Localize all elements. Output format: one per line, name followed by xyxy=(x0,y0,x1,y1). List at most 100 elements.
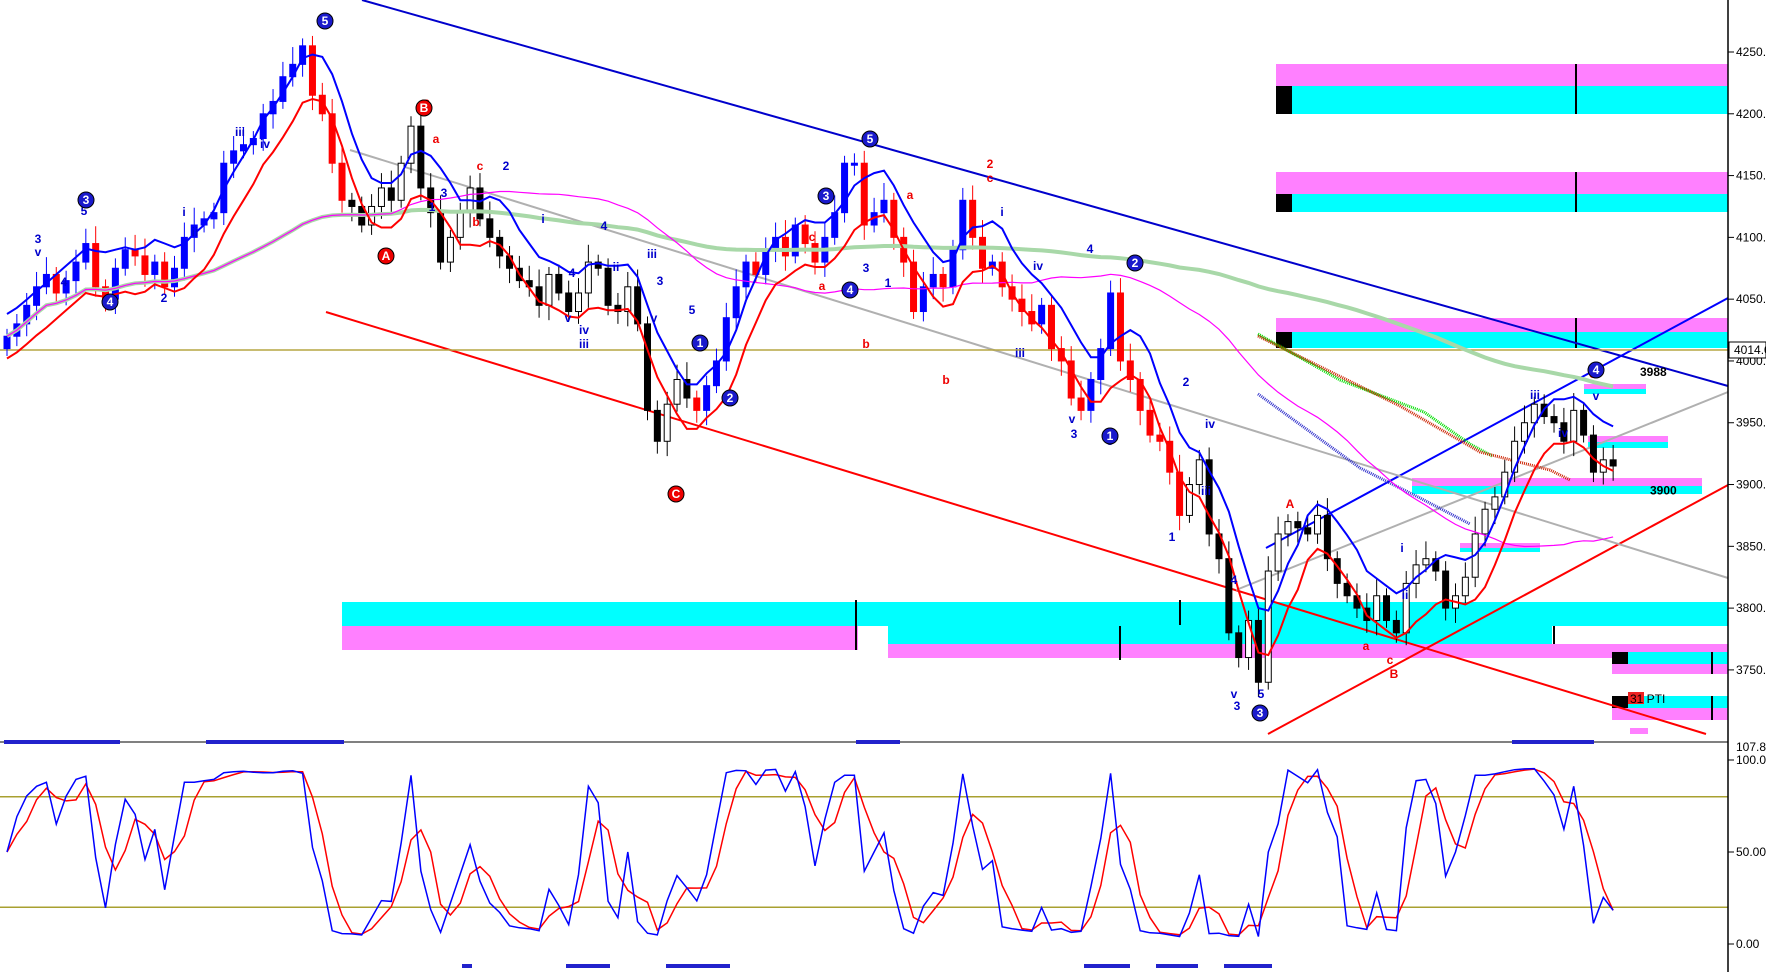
candle-body xyxy=(1520,422,1528,442)
wave-label: 3 xyxy=(657,274,664,288)
wave-label: i xyxy=(182,205,185,219)
candle-body xyxy=(1107,292,1115,350)
price-tag-label: 3900 xyxy=(1650,483,1677,497)
osc-top-value-label: 107.8 xyxy=(1736,740,1766,754)
wave-label: iv xyxy=(579,323,589,337)
price-tick-label: 3900.00 xyxy=(1736,478,1766,492)
wave-label: c xyxy=(477,159,484,173)
wave-label: iii xyxy=(235,125,245,139)
price-tag-label: 3988 xyxy=(1640,365,1667,379)
candle-body xyxy=(417,125,425,189)
zone-band xyxy=(1612,664,1728,674)
candle-body xyxy=(1314,514,1322,535)
wave-label: 3 xyxy=(441,186,448,200)
candle-body xyxy=(979,236,987,269)
wave-label: B xyxy=(1390,667,1399,681)
price-tick-label: 3850.00 xyxy=(1736,539,1766,553)
wave-label: iv xyxy=(1205,417,1215,431)
pti-label: 31 PTI xyxy=(1630,692,1665,706)
price-tick-label: 3750.00 xyxy=(1736,663,1766,677)
candle-body xyxy=(377,187,385,207)
wave-label: a xyxy=(819,279,826,293)
wave-label: iii xyxy=(1530,388,1540,402)
candle-body xyxy=(171,267,179,288)
price-tick-label: 4250.00 xyxy=(1736,45,1766,59)
candle-body xyxy=(1491,496,1499,510)
zone-band xyxy=(1276,86,1728,114)
candle-body xyxy=(801,224,809,245)
candle-body xyxy=(919,286,927,313)
candle-body xyxy=(703,385,711,411)
zone-band xyxy=(1612,652,1728,664)
wave-label: c xyxy=(1387,653,1394,667)
wave-label: 3 xyxy=(35,232,42,246)
candle-body xyxy=(1156,434,1164,442)
price-tick-label: 3800.00 xyxy=(1736,601,1766,615)
candle-body xyxy=(604,267,612,306)
zone-marker xyxy=(1276,194,1292,212)
zone-band xyxy=(1276,64,1728,86)
candle-body xyxy=(939,273,947,288)
candle-body xyxy=(1264,570,1272,683)
wave-label: ii xyxy=(613,260,620,274)
price-tick-label: 4150.00 xyxy=(1736,169,1766,183)
osc-tick-label: 100.00 xyxy=(1736,753,1766,767)
wave-circle-label: 3 xyxy=(1257,706,1264,720)
candle-body xyxy=(732,286,740,319)
candle-body xyxy=(929,273,937,288)
candle-body xyxy=(1274,533,1282,572)
wave-label: 2 xyxy=(503,159,510,173)
wave-label: v xyxy=(35,245,42,259)
wave-circle-label: 3 xyxy=(823,189,830,203)
candle-body xyxy=(1038,304,1046,325)
candle-body xyxy=(141,255,149,275)
wave-circle-label: 2 xyxy=(1132,256,1139,270)
candle-body xyxy=(1383,595,1391,621)
wave-label: iii xyxy=(1201,484,1211,498)
candle-body xyxy=(860,162,868,226)
wave-label: 2 xyxy=(161,291,168,305)
candle-body xyxy=(338,162,346,201)
signal-bar xyxy=(4,740,120,744)
candle-body xyxy=(72,261,80,282)
price-tick-label: 3950.00 xyxy=(1736,416,1766,430)
wave-label: 2 xyxy=(987,157,994,171)
elliott-wave-chart: 3v45i2iiiiiiv13Bacb2i4iiiviiiv3iiiv53bac… xyxy=(0,0,1766,972)
zone-band xyxy=(888,644,1728,658)
zone-marker xyxy=(1612,652,1628,664)
wave-label: 1 xyxy=(885,276,892,290)
wave-label: 3 xyxy=(863,261,870,275)
wave-label: i xyxy=(541,212,544,226)
current-price-label: 4014.0 xyxy=(1734,343,1766,357)
candle-body xyxy=(1235,632,1243,659)
signal-bar xyxy=(462,964,472,968)
candle-body xyxy=(1087,378,1095,411)
candle-body xyxy=(1284,521,1292,535)
wave-label: A xyxy=(1286,497,1295,511)
wave-label: 3 xyxy=(1234,699,1241,713)
wave-label: a xyxy=(433,132,440,146)
candle-body xyxy=(3,335,11,350)
candle-body xyxy=(230,150,238,164)
zone-marker xyxy=(1276,86,1292,114)
candle-body xyxy=(781,236,789,257)
wave-label: ii xyxy=(192,225,199,239)
wave-label: v xyxy=(1069,412,1076,426)
wave-label: 5 xyxy=(1258,687,1265,701)
wave-label: 1 xyxy=(1169,530,1176,544)
wave-label: 4 xyxy=(1231,573,1238,587)
signal-bar xyxy=(1084,964,1130,968)
signal-bar xyxy=(856,740,900,744)
wave-label: 5 xyxy=(689,303,696,317)
wave-label: v xyxy=(565,311,572,325)
zone-band xyxy=(1276,172,1728,194)
zone-band xyxy=(1276,194,1728,212)
signal-bar xyxy=(1512,740,1594,744)
wave-label: 4 xyxy=(1087,242,1094,256)
candle-body xyxy=(239,144,247,152)
candle-body xyxy=(643,323,651,411)
candle-body xyxy=(1481,508,1489,535)
wave-label: ii xyxy=(1402,588,1409,602)
wave-label: 3 xyxy=(1071,427,1078,441)
wave-label: 4 xyxy=(601,219,608,233)
